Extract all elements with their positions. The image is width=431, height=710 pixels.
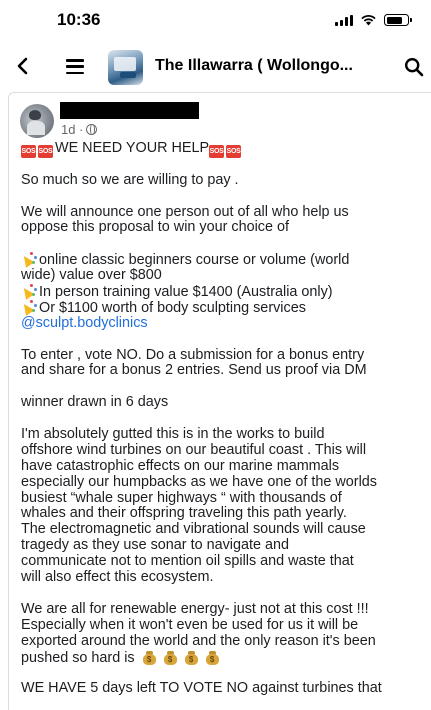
group-header: The Illawarra ( Wollongo... [0,44,431,90]
money-bag-icon: $ [205,650,220,665]
post-line: winner drawn in 6 days [21,394,169,411]
post-timestamp[interactable]: 1d · [61,122,83,137]
money-line: pushed so hard is $ $ $ $ [21,649,431,666]
sos-icon: SOS [226,145,242,158]
prize-line: online classic beginners course or volum… [19,252,431,269]
post-line: communicate not to mention oil spills an… [21,553,354,570]
post-line: We are all for renewable energy- just no… [21,600,369,617]
post-line: exported around the world and the only r… [21,632,376,649]
party-popper-icon [19,252,38,269]
post-title: WE NEED YOUR HELP [55,140,210,156]
money-bag-icon: $ [184,650,199,665]
back-arrow-icon[interactable] [12,54,34,78]
status-icons [335,14,412,26]
globe-icon [86,124,98,135]
mention-link[interactable]: @sculpt.bodyclinics [21,315,431,332]
post-line: busiest “whale super highways “ with tho… [21,489,342,506]
post-meta: 1d · [61,122,98,137]
sos-icon: SOS [21,145,36,158]
post-line: will also effect this ecosystem. [21,569,214,586]
post-line: oppose this proposal to win your choice … [21,219,289,236]
post-line: WE HAVE 5 days left TO VOTE NO against t… [21,680,382,697]
post-line: We will announce one person out of all w… [21,203,349,220]
clock-time: 10:36 [57,10,101,29]
post-line: tragedy as they use sonar to navigate an… [21,537,290,554]
money-bag-icon: $ [163,650,178,665]
post-line: especially our humpbacks as we have one … [21,473,377,490]
post-line: I'm absolutely gutted this is in the wor… [21,426,325,443]
wifi-icon [361,15,376,26]
post-line: wide) value over $800 [21,267,162,284]
prize-line: In person training value $1400 (Australi… [19,284,431,301]
party-popper-icon [19,284,38,300]
battery-icon [384,14,412,26]
hamburger-menu-icon[interactable] [66,59,84,74]
group-avatar[interactable] [108,50,143,85]
prize-text: In person training value $1400 (Australi… [39,284,333,301]
post-line: whales and their offspring traveling thi… [21,505,347,522]
money-bag-icon: $ [142,650,157,665]
search-icon[interactable] [404,57,424,77]
post-line: Especially when it won't even be used fo… [21,616,359,633]
cellular-signal-icon [335,14,353,26]
status-bar: 10:36 [0,0,431,40]
post-title-line: SOS SOS WE NEED YOUR HELPSOS SOS [21,140,431,158]
post-line: pushed so hard is [21,649,135,666]
sos-icon: SOS [38,145,53,158]
avatar[interactable] [20,104,54,138]
group-name[interactable]: The Illawarra ( Wollongo... [155,57,353,75]
post-line: To enter , vote NO. Do a submission for … [21,346,365,363]
prize-line: Or $1100 worth of body sculpting service… [19,299,431,316]
sos-icon: SOS [209,145,225,158]
redacted-author-name [60,102,199,119]
prize-text: online classic beginners course or volum… [39,252,350,269]
post-body: SOS SOS WE NEED YOUR HELPSOS SOS So much so… [19,140,431,697]
post-line: So much so we are willing to pay . [21,171,239,188]
post-line: offshore wind turbines on our beautiful … [21,441,367,458]
post-line: and share for a bonus 2 entries. Send us… [21,362,367,379]
post-line: have catastrophic effects on our marine … [21,457,340,474]
party-popper-icon [19,299,38,316]
post-line: The electromagnetic and vibrational soun… [21,521,366,538]
prize-text: Or $1100 worth of body sculpting service… [39,299,306,316]
